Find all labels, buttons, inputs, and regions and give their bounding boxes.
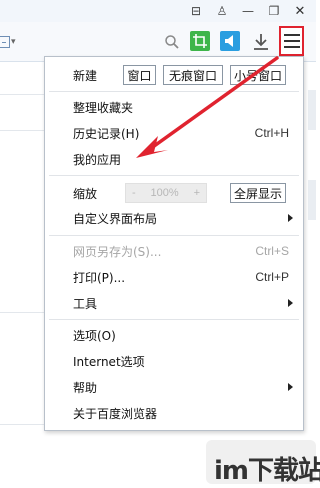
new-row: 新建 窗口 无痕窗口 小号窗口 bbox=[45, 62, 303, 88]
menu-item-label: 网页另存为(S)... bbox=[73, 244, 162, 259]
hamburger-icon-line bbox=[283, 34, 300, 36]
share-button[interactable] bbox=[220, 31, 240, 51]
menu-item-history[interactable]: 历史记录(H) Ctrl+H bbox=[45, 120, 303, 146]
menu-item-label: 历史记录(H) bbox=[73, 126, 140, 141]
download-button[interactable] bbox=[250, 31, 272, 53]
menu-item-label: 我的应用 bbox=[73, 152, 122, 167]
main-menu-popup: 新建 窗口 无痕窗口 小号窗口 整理收藏夹 历史记录(H) Ctrl+H 我的应… bbox=[44, 56, 304, 431]
menu-item-shortcut: Ctrl+H bbox=[254, 126, 289, 140]
new-incognito-window-button[interactable]: 无痕窗口 bbox=[163, 65, 223, 85]
side-tab bbox=[308, 90, 316, 130]
title-bar: ⊟ ♙ — ❐ ✕ bbox=[0, 0, 316, 22]
watermark-text: im下载站 bbox=[214, 456, 320, 486]
side-tab bbox=[308, 180, 316, 220]
divider bbox=[0, 94, 44, 95]
menu-item-save-page-as: 网页另存为(S)... Ctrl+S bbox=[45, 238, 303, 264]
window-controls: ⊟ ♙ — ❐ ✕ bbox=[186, 2, 310, 20]
menu-separator bbox=[49, 319, 299, 320]
zoom-out-button[interactable]: - bbox=[132, 187, 136, 199]
new-label: 新建 bbox=[73, 68, 98, 83]
bag-icon[interactable]: ⊟ bbox=[186, 2, 206, 20]
zoom-in-button[interactable]: + bbox=[194, 187, 200, 199]
menu-item-print[interactable]: 打印(P)... Ctrl+P bbox=[45, 264, 303, 290]
menu-item-label: Internet选项 bbox=[73, 354, 145, 369]
menu-item-my-apps[interactable]: 我的应用 bbox=[45, 146, 303, 172]
zoom-level: 100% bbox=[150, 187, 179, 199]
divider bbox=[0, 312, 44, 313]
watermark-logo: im下载站 bbox=[206, 440, 320, 486]
zoom-row: 缩放 - 100% + 全屏显示 bbox=[45, 180, 303, 206]
menu-item-customize-layout[interactable]: 自定义界面布局 bbox=[45, 205, 303, 231]
menu-item-label: 关于百度浏览器 bbox=[73, 406, 158, 421]
menu-item-about[interactable]: 关于百度浏览器 bbox=[45, 400, 303, 426]
menu-item-label: 整理收藏夹 bbox=[73, 100, 134, 115]
page-background-right bbox=[304, 62, 316, 488]
page-background-left bbox=[0, 62, 44, 488]
menu-item-label: 打印(P)... bbox=[73, 270, 126, 285]
divider bbox=[0, 424, 44, 425]
menu-item-shortcut: Ctrl+S bbox=[255, 244, 289, 258]
menu-item-help[interactable]: 帮助 bbox=[45, 374, 303, 400]
menu-separator bbox=[49, 175, 299, 176]
screenshot-button[interactable] bbox=[190, 31, 210, 51]
main-menu-button[interactable] bbox=[279, 26, 304, 56]
menu-item-label: 工具 bbox=[73, 296, 98, 311]
menu-item-shortcut: Ctrl+P bbox=[255, 270, 289, 284]
zoom-control: - 100% + bbox=[125, 183, 207, 203]
chevron-down-icon[interactable]: ▾ bbox=[11, 37, 16, 47]
speaker-icon bbox=[225, 35, 233, 47]
hamburger-icon-line bbox=[283, 46, 300, 48]
minimize-icon[interactable]: — bbox=[238, 2, 258, 20]
menu-item-label: 缩放 bbox=[73, 186, 98, 201]
menu-item-options[interactable]: 选项(O) bbox=[45, 322, 303, 348]
menu-separator bbox=[49, 91, 299, 92]
menu-item-tools[interactable]: 工具 bbox=[45, 290, 303, 316]
submenu-arrow-icon bbox=[288, 383, 293, 391]
menu-item-internet-options[interactable]: Internet选项 bbox=[45, 348, 303, 374]
menu-separator bbox=[49, 235, 299, 236]
crop-icon bbox=[193, 34, 207, 48]
new-window-button[interactable]: 窗口 bbox=[123, 65, 156, 85]
submenu-arrow-icon bbox=[288, 299, 293, 307]
new-small-window-button[interactable]: 小号窗口 bbox=[230, 65, 286, 85]
menu-item-label: 自定义界面布局 bbox=[73, 211, 158, 226]
menu-item-label: 帮助 bbox=[73, 380, 98, 395]
search-icon[interactable] bbox=[164, 34, 180, 50]
close-icon[interactable]: ✕ bbox=[290, 2, 310, 20]
menu-item-label: 选项(O) bbox=[73, 328, 116, 343]
menu-item-organize-favorites[interactable]: 整理收藏夹 bbox=[45, 94, 303, 120]
fullscreen-button[interactable]: 全屏显示 bbox=[230, 183, 286, 203]
submenu-arrow-icon bbox=[288, 214, 293, 222]
hamburger-icon-line bbox=[283, 40, 300, 42]
divider bbox=[0, 130, 44, 131]
address-dropdown-icon[interactable] bbox=[0, 36, 10, 48]
shirt-icon[interactable]: ♙ bbox=[212, 2, 232, 20]
download-icon bbox=[254, 34, 268, 50]
restore-icon[interactable]: ❐ bbox=[264, 2, 284, 20]
